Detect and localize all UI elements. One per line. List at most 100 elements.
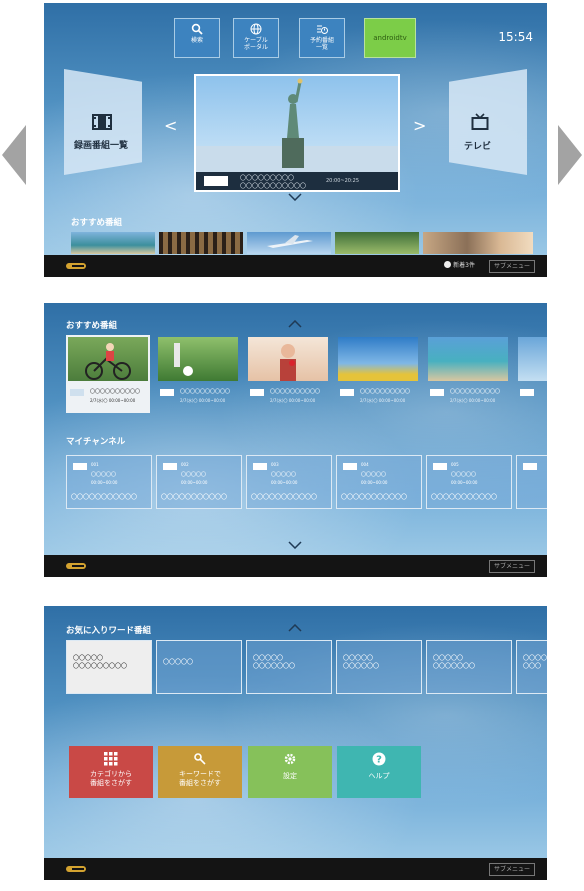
category-tile-line1: カテゴリから [90, 770, 132, 778]
chevron-up-icon[interactable] [288, 624, 302, 632]
keyword-card[interactable]: 〇〇〇〇〇 〇〇〇〇〇〇〇 [246, 640, 332, 694]
featured-line2: 〇〇〇〇〇〇〇〇〇〇〇 [240, 183, 307, 190]
prev-screen-arrow[interactable] [2, 125, 26, 185]
tv-label: テレビ [464, 142, 492, 152]
search-icon [191, 23, 203, 35]
cable-portal-button[interactable]: ケーブル ポータル [233, 18, 279, 58]
home-screen-middle: おすすめ番組 〇〇〇〇〇〇〇〇〇〇 2/7(水)〇 00:00~00:00 〇〇… [44, 303, 547, 577]
channel-program: 〇〇〇〇〇〇〇〇〇〇〇 [251, 494, 318, 501]
channel-program: 〇〇〇〇〇〇〇〇〇〇〇 [161, 494, 228, 501]
clock: 15:54 [498, 30, 533, 44]
gear-icon [284, 753, 296, 765]
recommend-card[interactable]: 〇〇〇〇〇〇〇〇〇〇 2/7(水)〇 00:00~00:00 [246, 335, 330, 413]
reservation-list-label: 予約番組 一覧 [309, 37, 334, 51]
program-thumbnail [158, 337, 238, 381]
program-time: 2/7(水)〇 00:00~00:00 [90, 398, 136, 403]
recommend-card[interactable] [516, 335, 547, 413]
chevron-up-icon[interactable] [288, 320, 302, 328]
recommend-card[interactable]: 〇〇〇〇〇〇〇〇〇〇 2/7(水)〇 00:00~00:00 [336, 335, 420, 413]
channel-time: 00:00~00:00 [271, 480, 298, 485]
program-thumbnail [428, 337, 508, 381]
thumbnail-airplane[interactable] [247, 232, 331, 254]
channel-card[interactable]: 005 〇〇〇〇〇 00:00~00:00 〇〇〇〇〇〇〇〇〇〇〇 [426, 455, 512, 509]
new-recordings-label: 新着3件 [453, 262, 475, 269]
program-thumbnail [248, 337, 328, 381]
keyword-line2: 〇〇〇〇〇〇 [343, 663, 380, 670]
favorite-keyword-title: お気に入りワード番組 [66, 626, 152, 636]
chevron-down-icon[interactable] [288, 541, 302, 549]
channel-name: 〇〇〇〇〇 [361, 472, 387, 478]
chevron-right-icon[interactable]: > [413, 116, 426, 135]
search-by-keyword-tile[interactable]: キーワードで 番組をさがす [158, 746, 242, 798]
submenu-button[interactable]: サブメニュー [488, 863, 535, 876]
keyword-line2: 〇〇〇〇〇〇〇 [253, 663, 296, 670]
channel-number: 005 [451, 462, 459, 467]
keyword-line1: 〇〇〇〇〇 [163, 659, 194, 666]
cable-portal-label: ケーブル ポータル [243, 37, 268, 51]
channel-number: 002 [181, 462, 189, 467]
keyword-card[interactable]: 〇〇〇〇〇 〇〇〇〇〇〇〇 [426, 640, 512, 694]
recommend-title: おすすめ番組 [71, 218, 123, 228]
channel-program: 〇〇〇〇〇〇〇〇〇〇〇 [71, 494, 138, 501]
program-title: 〇〇〇〇〇〇〇〇〇〇 [90, 389, 141, 395]
channel-number: 004 [361, 462, 369, 467]
channel-card[interactable]: 001 〇〇〇〇〇 00:00~00:00 〇〇〇〇〇〇〇〇〇〇〇 [66, 455, 152, 509]
channel-card[interactable]: 002 〇〇〇〇〇 00:00~00:00 〇〇〇〇〇〇〇〇〇〇〇 [156, 455, 242, 509]
thumbnail-animals[interactable] [423, 232, 533, 254]
chevron-down-icon[interactable] [288, 193, 302, 201]
channel-card[interactable]: 003 〇〇〇〇〇 00:00~00:00 〇〇〇〇〇〇〇〇〇〇〇 [246, 455, 332, 509]
program-time: 2/7(水)〇 00:00~00:00 [270, 398, 316, 403]
recorded-list-label: 録画番組一覧 [74, 141, 129, 151]
channel-name: 〇〇〇〇〇 [451, 472, 477, 478]
settings-tile[interactable]: 設定 [248, 746, 332, 798]
next-screen-arrow[interactable] [558, 125, 582, 185]
channel-number: 001 [91, 462, 99, 467]
program-time: 2/7(水)〇 00:00~00:00 [450, 398, 496, 403]
featured-program[interactable]: 〇〇〇〇〇〇〇〇〇 〇〇〇〇〇〇〇〇〇〇〇 20:00~20:25 [194, 74, 400, 192]
tv-icon [471, 113, 489, 130]
channel-name: 〇〇〇〇〇 [271, 472, 297, 478]
home-screen-bottom: お気に入りワード番組 〇〇〇〇〇 〇〇〇〇〇〇〇〇〇 〇〇〇〇〇 〇〇〇〇〇 〇… [44, 606, 547, 880]
program-time: 2/7(水)〇 00:00~00:00 [180, 398, 226, 403]
film-icon [92, 114, 112, 130]
reservation-list-button[interactable]: 予約番組 一覧 [299, 18, 345, 58]
program-thumbnail [338, 337, 418, 381]
android-tv-button[interactable]: androidtv [364, 18, 416, 58]
channel-time: 00:00~00:00 [91, 480, 118, 485]
grid-icon [104, 752, 118, 766]
submenu-button[interactable]: サブメニュー [488, 260, 535, 273]
keyword-tile-line2: 番組をさがす [179, 779, 221, 787]
search-button[interactable]: 検索 [174, 18, 220, 58]
home-screen-top: 検索 ケーブル ポータル 予約番組 一覧 androidtv 15:54 録画番… [44, 3, 547, 277]
channel-program: 〇〇〇〇〇〇〇〇〇〇〇 [431, 494, 498, 501]
keyword-line2: 〇〇〇〇〇〇〇 [433, 663, 476, 670]
help-tile[interactable]: ? ヘルプ [337, 746, 421, 798]
keyword-card[interactable]: 〇〇〇〇〇 [156, 640, 242, 694]
recommend-card[interactable]: 〇〇〇〇〇〇〇〇〇〇 2/7(水)〇 00:00~00:00 [66, 335, 150, 413]
chevron-left-icon[interactable]: < [164, 116, 177, 135]
featured-time: 20:00~20:25 [326, 178, 360, 184]
key-icon [194, 753, 206, 765]
thumbnail-river[interactable] [335, 232, 419, 254]
search-by-category-tile[interactable]: カテゴリから 番組をさがす [69, 746, 153, 798]
help-icon: ? [372, 752, 386, 766]
program-thumbnail [68, 337, 148, 381]
thumbnail-beach[interactable] [71, 232, 155, 254]
keyword-line2: 〇〇〇 [523, 663, 542, 670]
channel-card[interactable]: 004 〇〇〇〇〇 00:00~00:00 〇〇〇〇〇〇〇〇〇〇〇 [336, 455, 422, 509]
thumbnail-gate[interactable] [159, 232, 243, 254]
globe-icon [250, 23, 262, 35]
keyword-card[interactable]: 〇〇〇〇〇 〇〇〇〇〇〇 [336, 640, 422, 694]
channel-program: 〇〇〇〇〇〇〇〇〇〇〇 [341, 494, 408, 501]
recommend-card[interactable]: 〇〇〇〇〇〇〇〇〇〇 2/7(水)〇 00:00~00:00 [426, 335, 510, 413]
program-time: 2/7(水)〇 00:00~00:00 [360, 398, 406, 403]
keyword-card[interactable]: 〇〇〇〇〇 〇〇〇〇〇〇〇〇〇 [66, 640, 152, 694]
recommend-card[interactable]: 〇〇〇〇〇〇〇〇〇〇 2/7(水)〇 00:00~00:00 [156, 335, 240, 413]
program-title: 〇〇〇〇〇〇〇〇〇〇 [180, 389, 231, 395]
keyword-card[interactable]: 〇〇〇〇 〇〇〇 [516, 640, 547, 694]
submenu-button[interactable]: サブメニュー [488, 560, 535, 573]
channel-card[interactable] [516, 455, 547, 509]
new-recordings-count: 新着3件 [444, 260, 475, 272]
schedule-icon [317, 25, 328, 34]
featured-image [196, 78, 398, 172]
